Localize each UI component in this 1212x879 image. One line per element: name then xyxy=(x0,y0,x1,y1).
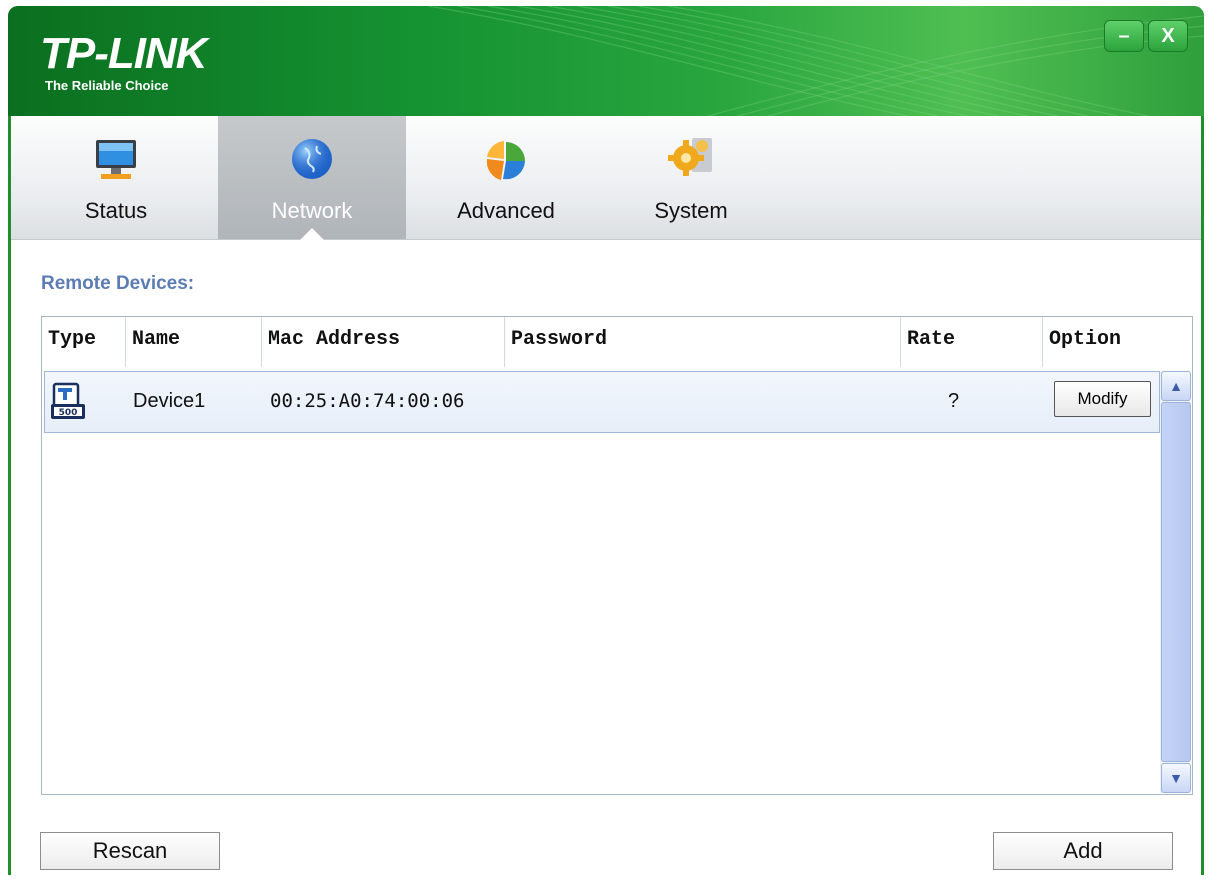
close-icon: X xyxy=(1161,24,1175,47)
device-rate: ? xyxy=(948,390,960,412)
tab-network[interactable]: Network xyxy=(218,116,406,240)
brand-tagline: The Reliable Choice xyxy=(45,78,169,93)
column-header-type[interactable]: Type xyxy=(42,317,126,367)
tab-system[interactable]: System xyxy=(616,116,766,239)
column-header-password[interactable]: Password xyxy=(505,317,901,367)
tab-label: Advanced xyxy=(457,198,555,223)
chevron-up-icon: ▲ xyxy=(1169,378,1183,394)
add-button[interactable]: Add xyxy=(993,832,1173,870)
scroll-up-button[interactable]: ▲ xyxy=(1161,371,1191,401)
column-header-mac[interactable]: Mac Address xyxy=(262,317,505,367)
pie-chart-icon xyxy=(486,141,525,180)
remote-devices-table: Type Name Mac Address Password Rate Opti… xyxy=(41,316,1193,795)
scroll-down-button[interactable]: ▼ xyxy=(1161,763,1191,793)
tab-advanced[interactable]: Advanced xyxy=(431,116,581,239)
title-bar: TP-LINK The Reliable Choice – X xyxy=(8,6,1204,116)
tab-bar: Status Network Advanced System xyxy=(11,116,1201,240)
active-tab-pointer xyxy=(300,228,324,240)
globe-icon xyxy=(292,139,332,179)
tab-status[interactable]: Status xyxy=(41,116,191,239)
tab-label: Network xyxy=(271,198,353,223)
table-row[interactable]: 500 Device1 00:25:A0:74:00:06 ? Modify xyxy=(44,371,1160,433)
device-name: Device1 xyxy=(133,390,206,412)
gears-icon xyxy=(668,138,712,176)
svg-text:500: 500 xyxy=(59,408,78,418)
app-window: TP-LINK The Reliable Choice – X Status N… xyxy=(8,6,1204,875)
powerline-device-icon: 500 xyxy=(51,382,85,419)
mac-address: 00:25:A0:74:00:06 xyxy=(270,390,465,412)
rescan-button[interactable]: Rescan xyxy=(40,832,220,870)
minimize-icon: – xyxy=(1118,24,1130,47)
modify-button[interactable]: Modify xyxy=(1054,381,1151,417)
column-header-name[interactable]: Name xyxy=(126,317,262,367)
tab-label: Status xyxy=(84,198,148,223)
monitor-icon xyxy=(96,140,136,179)
brand-logo: TP-LINK xyxy=(40,29,208,78)
tab-label: System xyxy=(654,198,728,223)
main-panel: Status Network Advanced System Remote De… xyxy=(11,116,1201,875)
chevron-down-icon: ▼ xyxy=(1169,770,1183,786)
section-title: Remote Devices: xyxy=(41,273,195,294)
scroll-thumb[interactable] xyxy=(1161,402,1191,762)
vertical-scrollbar[interactable]: ▲ ▼ xyxy=(1160,371,1191,793)
column-header-rate[interactable]: Rate xyxy=(901,317,1043,367)
close-button[interactable]: X xyxy=(1148,20,1188,52)
column-header-option[interactable]: Option xyxy=(1043,317,1191,367)
minimize-button[interactable]: – xyxy=(1104,20,1144,52)
